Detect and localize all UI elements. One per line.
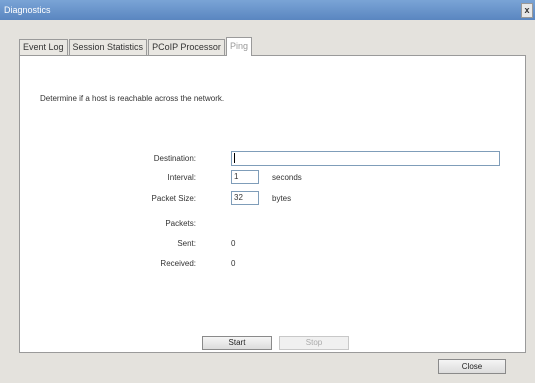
destination-label: Destination: xyxy=(153,154,196,163)
packet-size-input[interactable]: 32 xyxy=(231,191,259,205)
interval-value: 1 xyxy=(234,172,239,181)
sent-value: 0 xyxy=(231,239,236,248)
destination-input[interactable] xyxy=(231,151,500,166)
packet-size-value: 32 xyxy=(234,193,243,202)
title-bar: Diagnostics x xyxy=(0,0,535,20)
start-button[interactable]: Start xyxy=(202,336,272,350)
received-value: 0 xyxy=(231,259,236,268)
packet-size-unit: bytes xyxy=(272,194,292,203)
ping-description: Determine if a host is reachable across … xyxy=(40,94,225,103)
packet-size-label: Packet Size: xyxy=(151,194,196,203)
window-close-icon[interactable]: x xyxy=(521,3,533,18)
packets-label: Packets: xyxy=(165,219,196,228)
stop-button[interactable]: Stop xyxy=(279,336,349,350)
tab-ping[interactable]: Ping xyxy=(225,37,252,56)
tab-session-statistics[interactable]: Session Statistics xyxy=(68,39,148,55)
interval-label: Interval: xyxy=(167,173,196,182)
tab-strip: Event Log Session Statistics PCoIP Proce… xyxy=(19,36,253,56)
close-button[interactable]: Close xyxy=(438,359,506,374)
tab-event-log[interactable]: Event Log xyxy=(19,39,68,55)
interval-unit: seconds xyxy=(272,173,302,182)
text-cursor xyxy=(234,153,235,163)
tab-pcoip-processor[interactable]: PCoIP Processor xyxy=(148,39,225,55)
window-body: Event Log Session Statistics PCoIP Proce… xyxy=(0,20,535,383)
window-title: Diagnostics xyxy=(4,5,51,15)
interval-input[interactable]: 1 xyxy=(231,170,259,184)
ping-panel: Determine if a host is reachable across … xyxy=(19,55,526,353)
received-label: Received: xyxy=(160,259,196,268)
sent-label: Sent: xyxy=(177,239,196,248)
